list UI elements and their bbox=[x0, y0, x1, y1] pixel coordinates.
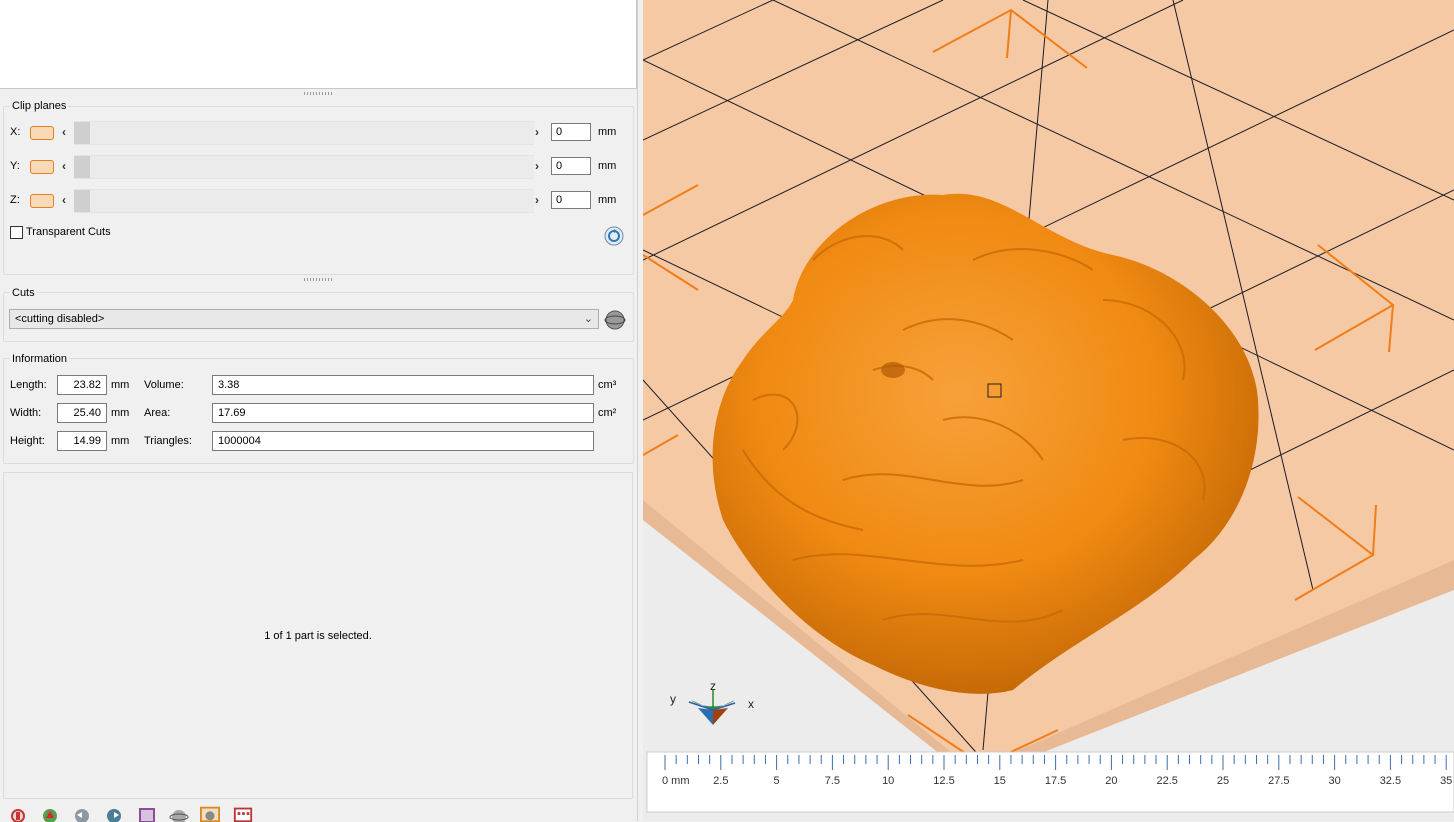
ruler-label: 0 mm bbox=[662, 775, 690, 787]
x-slider-thumb[interactable] bbox=[74, 122, 90, 144]
y-axis-label: Y: bbox=[10, 160, 20, 172]
area-label: Area: bbox=[144, 407, 171, 419]
height-unit: mm bbox=[111, 435, 130, 447]
ruler-label: 35 bbox=[1440, 775, 1452, 787]
y-clip-slider[interactable] bbox=[74, 155, 534, 179]
height-label: Height: bbox=[10, 435, 45, 447]
z-value-input[interactable]: 0 bbox=[551, 191, 591, 209]
information-title: Information bbox=[10, 353, 70, 365]
y-axis-label: y bbox=[670, 692, 676, 706]
y-decrease-button[interactable]: ‹ bbox=[62, 159, 66, 173]
width-unit: mm bbox=[111, 407, 130, 419]
selection-status-area: 1 of 1 part is selected. bbox=[3, 472, 633, 799]
ruler-label: 17.5 bbox=[1045, 775, 1066, 787]
y-color-swatch[interactable] bbox=[30, 160, 54, 174]
x-color-swatch[interactable] bbox=[30, 126, 54, 140]
triangles-label: Triangles: bbox=[144, 435, 192, 447]
transparent-cuts-label: Transparent Cuts bbox=[26, 226, 111, 238]
transparent-cuts-checkbox[interactable] bbox=[10, 226, 23, 239]
ruler-label: 12.5 bbox=[933, 775, 954, 787]
ruler-label: 22.5 bbox=[1156, 775, 1177, 787]
undo-icon[interactable] bbox=[72, 806, 92, 822]
volume-value: 3.38 bbox=[212, 375, 594, 395]
width-value: 25.40 bbox=[57, 403, 107, 423]
length-label: Length: bbox=[10, 379, 47, 391]
ruler-label: 20 bbox=[1105, 775, 1117, 787]
ruler-label: 27.5 bbox=[1268, 775, 1289, 787]
cuts-dropdown[interactable]: <cutting disabled> ⌄ bbox=[9, 309, 599, 329]
ruler-label: 5 bbox=[774, 775, 780, 787]
triangles-value: 1000004 bbox=[212, 431, 594, 451]
z-decrease-button[interactable]: ‹ bbox=[62, 193, 66, 207]
ruler-label: 32.5 bbox=[1380, 775, 1401, 787]
length-value: 23.82 bbox=[57, 375, 107, 395]
box-icon[interactable] bbox=[137, 806, 157, 822]
volume-label: Volume: bbox=[144, 379, 184, 391]
clip-planes-title: Clip planes bbox=[10, 100, 69, 112]
length-unit: mm bbox=[111, 379, 130, 391]
y-increase-button[interactable]: › bbox=[535, 159, 539, 173]
scene: z x y 0 mm 2.5 5 7.5 10 12.5 15 17.5 20 22.5 25 27.… bbox=[643, 0, 1454, 821]
cuts-title: Cuts bbox=[10, 287, 37, 299]
z-axis-label: z bbox=[710, 679, 716, 693]
3d-viewport[interactable]: z x y 0 mm 2.5 5 7.5 10 12.5 15 17.5 20 22.5 25 27.… bbox=[643, 0, 1454, 821]
area-unit: cm² bbox=[598, 407, 617, 419]
y-slider-thumb[interactable] bbox=[74, 156, 90, 178]
cuts-selected-value: <cutting disabled> bbox=[15, 313, 105, 325]
y-value-input[interactable]: 0 bbox=[551, 157, 591, 175]
reset-icon[interactable] bbox=[604, 226, 624, 246]
sphere-icon[interactable] bbox=[169, 806, 189, 822]
selection-status-text: 1 of 1 part is selected. bbox=[264, 630, 372, 642]
area-value: 17.69 bbox=[212, 403, 594, 423]
cube-selected-icon[interactable] bbox=[200, 806, 220, 822]
z-increase-button[interactable]: › bbox=[535, 193, 539, 207]
cut-sphere-icon[interactable] bbox=[603, 307, 627, 331]
z-slider-thumb[interactable] bbox=[74, 190, 90, 212]
x-value-input[interactable]: 0 bbox=[551, 123, 591, 141]
settings-icon[interactable] bbox=[8, 806, 28, 822]
ruler-label: 15 bbox=[994, 775, 1006, 787]
resize-grip[interactable] bbox=[304, 92, 332, 95]
ruler-label: 30 bbox=[1328, 775, 1340, 787]
side-panel: Clip planes X: ‹ › 0 mm Y: ‹ › 0 mm Z: ‹… bbox=[0, 0, 640, 822]
ruler-label: 10 bbox=[882, 775, 894, 787]
x-clip-slider[interactable] bbox=[74, 121, 534, 145]
z-unit: mm bbox=[598, 194, 617, 206]
ruler-label: 7.5 bbox=[825, 775, 840, 787]
x-decrease-button[interactable]: ‹ bbox=[62, 125, 66, 139]
y-unit: mm bbox=[598, 160, 617, 172]
z-axis-label: Z: bbox=[10, 194, 20, 206]
x-axis-label: x bbox=[748, 697, 754, 711]
x-unit: mm bbox=[598, 126, 617, 138]
x-increase-button[interactable]: › bbox=[535, 125, 539, 139]
calendar-icon[interactable] bbox=[233, 806, 253, 822]
z-color-swatch[interactable] bbox=[30, 194, 54, 208]
x-axis-label: X: bbox=[10, 126, 21, 138]
height-value: 14.99 bbox=[57, 431, 107, 451]
resize-grip[interactable] bbox=[304, 278, 332, 281]
pdf-icon[interactable] bbox=[40, 806, 60, 822]
width-label: Width: bbox=[10, 407, 42, 419]
top-blank-area bbox=[0, 0, 637, 89]
z-clip-slider[interactable] bbox=[74, 189, 534, 213]
volume-unit: cm³ bbox=[598, 379, 617, 391]
chevron-down-icon: ⌄ bbox=[583, 313, 593, 325]
ruler-label: 2.5 bbox=[713, 775, 728, 787]
ruler-label: 25 bbox=[1217, 775, 1229, 787]
redo-icon[interactable] bbox=[104, 806, 124, 822]
